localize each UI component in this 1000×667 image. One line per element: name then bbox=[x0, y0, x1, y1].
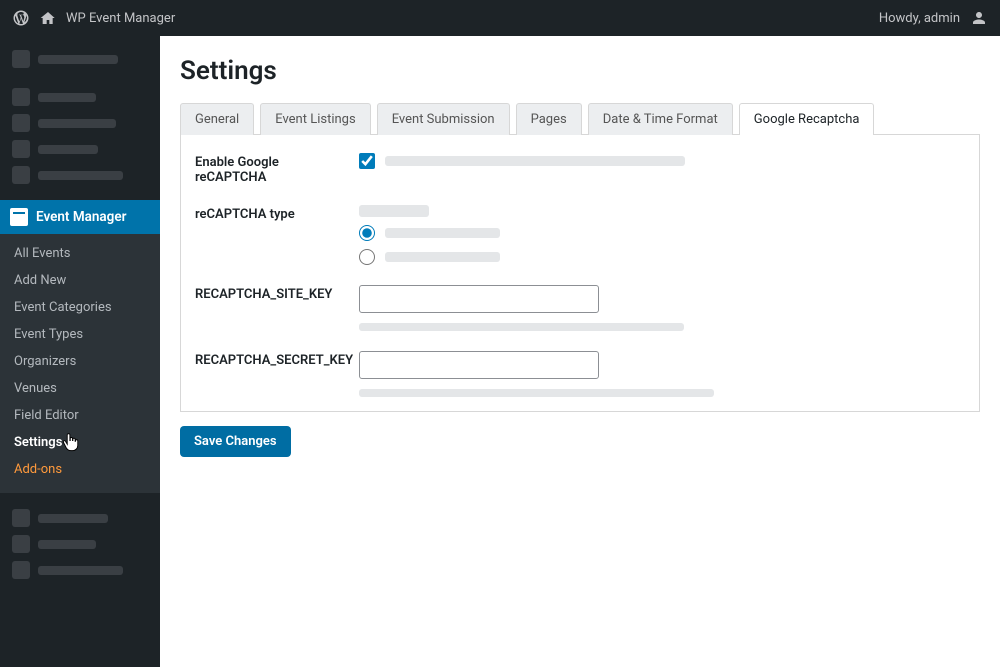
submenu-all-events[interactable]: All Events bbox=[0, 240, 160, 267]
tab-pages[interactable]: Pages bbox=[516, 103, 582, 135]
admin-sidebar: Event Manager All Events Add New Event C… bbox=[0, 36, 160, 667]
row-secret-key: RECAPTCHA_SECRET_KEY bbox=[181, 339, 979, 405]
sidebar-item-event-manager[interactable]: Event Manager bbox=[0, 200, 160, 234]
submenu-settings-label: Settings bbox=[14, 435, 62, 450]
admin-topbar: WP Event Manager Howdy, admin bbox=[0, 0, 1000, 36]
wordpress-icon[interactable] bbox=[12, 9, 30, 27]
placeholder-text bbox=[385, 252, 500, 262]
row-site-key: RECAPTCHA_SITE_KEY bbox=[181, 273, 979, 339]
home-icon[interactable] bbox=[40, 10, 56, 26]
submenu-add-new[interactable]: Add New bbox=[0, 267, 160, 294]
tab-google-recaptcha[interactable]: Google Recaptcha bbox=[739, 103, 875, 135]
label-secret-key: RECAPTCHA_SECRET_KEY bbox=[195, 351, 345, 368]
row-recaptcha-type: reCAPTCHA type bbox=[181, 193, 979, 273]
placeholder-text bbox=[385, 156, 685, 166]
label-site-key: RECAPTCHA_SITE_KEY bbox=[195, 285, 345, 302]
tab-event-listings[interactable]: Event Listings bbox=[260, 103, 370, 135]
sidebar-submenu: All Events Add New Event Categories Even… bbox=[0, 234, 160, 493]
user-avatar-icon[interactable] bbox=[970, 9, 988, 27]
radio-recaptcha-option-2[interactable] bbox=[359, 249, 375, 265]
label-recaptcha-type: reCAPTCHA type bbox=[195, 205, 345, 222]
tab-general[interactable]: General bbox=[180, 103, 254, 135]
placeholder-text bbox=[359, 389, 714, 397]
cursor-hand-icon bbox=[62, 431, 80, 453]
submenu-add-ons[interactable]: Add-ons bbox=[0, 456, 160, 483]
sidebar-active-label: Event Manager bbox=[36, 209, 126, 225]
submenu-field-editor[interactable]: Field Editor bbox=[0, 402, 160, 429]
main-content: Settings General Event Listings Event Su… bbox=[160, 36, 1000, 667]
site-name[interactable]: WP Event Manager bbox=[66, 11, 175, 26]
input-secret-key[interactable] bbox=[359, 351, 599, 379]
placeholder-text bbox=[359, 205, 429, 217]
settings-panel: Enable Google reCAPTCHA reCAPTCHA type bbox=[180, 135, 980, 412]
row-enable-recaptcha: Enable Google reCAPTCHA bbox=[181, 141, 979, 193]
tab-date-time-format[interactable]: Date & Time Format bbox=[588, 103, 733, 135]
greeting-text[interactable]: Howdy, admin bbox=[879, 11, 960, 26]
page-title: Settings bbox=[180, 56, 980, 86]
placeholder-text bbox=[385, 228, 500, 238]
tab-event-submission[interactable]: Event Submission bbox=[377, 103, 510, 135]
settings-tabs: General Event Listings Event Submission … bbox=[180, 102, 980, 135]
submenu-organizers[interactable]: Organizers bbox=[0, 348, 160, 375]
submenu-event-categories[interactable]: Event Categories bbox=[0, 294, 160, 321]
label-enable-recaptcha: Enable Google reCAPTCHA bbox=[195, 153, 345, 185]
submenu-venues[interactable]: Venues bbox=[0, 375, 160, 402]
submenu-event-types[interactable]: Event Types bbox=[0, 321, 160, 348]
submenu-settings[interactable]: Settings bbox=[0, 429, 160, 456]
radio-recaptcha-option-1[interactable] bbox=[359, 225, 375, 241]
placeholder-text bbox=[359, 323, 684, 331]
calendar-icon bbox=[10, 208, 28, 226]
checkbox-enable-recaptcha[interactable] bbox=[359, 153, 375, 169]
save-changes-button[interactable]: Save Changes bbox=[180, 426, 291, 457]
input-site-key[interactable] bbox=[359, 285, 599, 313]
